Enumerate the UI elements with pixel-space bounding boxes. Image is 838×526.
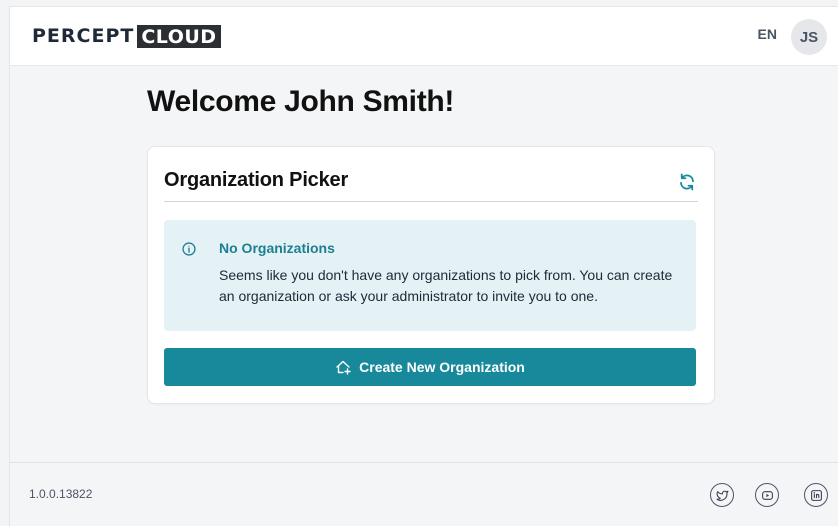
percept-cloud-logo[interactable]: PERCEPT CLOUD bbox=[32, 24, 221, 48]
organization-picker-card: Organization Picker No Organizations See… bbox=[147, 146, 715, 404]
logo-word: PERCEPT bbox=[32, 25, 135, 47]
create-new-organization-button[interactable]: Create New Organization bbox=[164, 348, 696, 386]
add-home-icon bbox=[336, 360, 351, 375]
info-icon bbox=[182, 242, 196, 256]
alert-title: No Organizations bbox=[219, 240, 335, 256]
alert-body: Seems like you don't have any organizati… bbox=[219, 267, 673, 304]
version-label: 1.0.0.13822 bbox=[29, 487, 93, 501]
welcome-heading: Welcome John Smith! bbox=[147, 85, 455, 118]
card-divider bbox=[164, 201, 698, 202]
create-button-label: Create New Organization bbox=[359, 359, 525, 375]
twitter-link[interactable] bbox=[710, 483, 734, 507]
no-organizations-alert: No Organizations Seems like you don't ha… bbox=[164, 220, 696, 331]
logo-box: CLOUD bbox=[137, 24, 221, 48]
card-title: Organization Picker bbox=[164, 169, 349, 191]
footer-divider bbox=[10, 462, 838, 463]
youtube-icon bbox=[761, 490, 773, 500]
top-bar: PERCEPT CLOUD EN JS bbox=[10, 7, 838, 66]
refresh-icon[interactable] bbox=[678, 173, 696, 191]
user-avatar[interactable]: JS bbox=[791, 19, 827, 55]
twitter-icon bbox=[716, 490, 728, 501]
language-selector[interactable]: EN bbox=[758, 26, 777, 42]
youtube-link[interactable] bbox=[755, 483, 779, 507]
app-frame: PERCEPT CLOUD EN JS Welcome John Smith! … bbox=[9, 6, 838, 526]
linkedin-link[interactable] bbox=[804, 483, 828, 507]
linkedin-icon bbox=[810, 489, 822, 501]
